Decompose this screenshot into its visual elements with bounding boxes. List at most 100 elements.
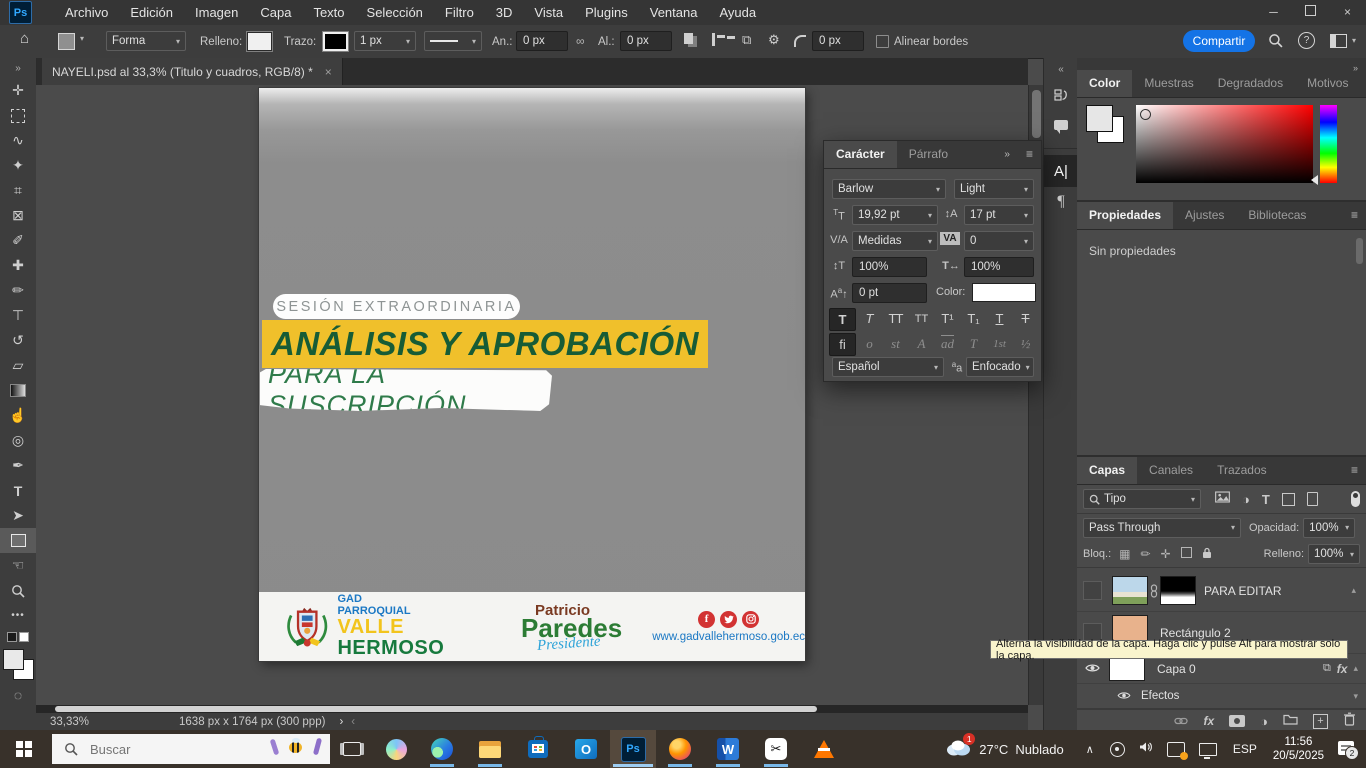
link-layers-icon[interactable]: [1174, 712, 1188, 730]
menu-ayuda[interactable]: Ayuda: [708, 0, 767, 25]
status-zoom-level[interactable]: 33,33%: [50, 716, 89, 728]
tool-zoom[interactable]: [0, 578, 36, 603]
color-panel-menu-icon[interactable]: ≡: [1360, 70, 1366, 97]
layer-visibility-eye-icon[interactable]: [1085, 662, 1100, 676]
workspace-switcher-icon[interactable]: [1330, 34, 1347, 48]
horizontal-scale-field[interactable]: 100%: [964, 257, 1034, 277]
stroke-width-select[interactable]: 1 px▾: [354, 31, 416, 51]
tool-edit-toolbar-ellipsis-icon[interactable]: •••: [0, 603, 36, 628]
effects-expand-icon[interactable]: ▾: [1353, 691, 1358, 702]
new-group-icon[interactable]: [1283, 712, 1298, 730]
volume-icon[interactable]: [1139, 740, 1153, 758]
help-icon[interactable]: ?: [1298, 32, 1315, 49]
layer-thumbnail[interactable]: [1112, 576, 1148, 605]
shape-settings-gear-icon[interactable]: ⚙: [768, 32, 780, 48]
search-icon[interactable]: [1268, 33, 1283, 53]
character-panel-menu-icon[interactable]: ≡: [1018, 141, 1041, 168]
underline-button[interactable]: T: [987, 308, 1012, 329]
path-operations-icon[interactable]: [684, 33, 693, 44]
add-adjustment-layer-icon[interactable]: ◑: [1260, 714, 1268, 729]
ordinals-button[interactable]: 1st: [987, 333, 1012, 354]
properties-panel-menu-icon[interactable]: ≡: [1343, 202, 1366, 229]
menu-archivo[interactable]: Archivo: [54, 0, 119, 25]
add-layer-mask-icon[interactable]: [1229, 715, 1245, 727]
tool-eyedropper[interactable]: ✐: [0, 228, 36, 253]
tool-path-selection[interactable]: ➤: [0, 503, 36, 528]
text-color-swatch[interactable]: [972, 283, 1036, 302]
color-hue-slider[interactable]: [1320, 105, 1337, 183]
color-picker-cursor[interactable]: [1140, 109, 1151, 120]
tab-close-icon[interactable]: ×: [325, 65, 332, 79]
teams-meet-icon[interactable]: [1110, 742, 1125, 757]
tool-eraser[interactable]: ▱: [0, 353, 36, 378]
vertical-scroll-thumb[interactable]: [1032, 90, 1041, 138]
tab-caracter[interactable]: Carácter: [824, 141, 897, 168]
clock[interactable]: 11:56 20/5/2025: [1273, 735, 1324, 763]
character-panel-icon[interactable]: A|: [1044, 155, 1078, 187]
filter-type-layers-icon[interactable]: T: [1262, 492, 1270, 507]
tool-move[interactable]: ✛: [0, 78, 36, 103]
menu-seleccion[interactable]: Selección: [356, 0, 434, 25]
path-alignment-icon[interactable]: [712, 33, 735, 46]
tool-preset-icon[interactable]: [58, 33, 75, 50]
tab-propiedades[interactable]: Propiedades: [1077, 202, 1173, 229]
color-fg-bg-swatches[interactable]: [1086, 105, 1126, 145]
capcut-button[interactable]: ✂: [752, 730, 800, 768]
tool-clone-stamp[interactable]: ⊤: [0, 303, 36, 328]
tool-brush[interactable]: ✏: [0, 278, 36, 303]
layer-filter-toggle[interactable]: [1351, 491, 1360, 507]
document-tab[interactable]: NAYELI.psd al 33,3% (Titulo y cuadros, R…: [42, 58, 343, 85]
hue-slider-arrow-icon[interactable]: [1311, 175, 1318, 185]
status-doc-size[interactable]: 1638 px x 1764 px (300 ppp): [179, 716, 325, 728]
tab-canales[interactable]: Canales: [1137, 457, 1205, 484]
shape-height-field[interactable]: 0 px: [620, 31, 672, 51]
small-caps-button[interactable]: TT: [909, 308, 934, 329]
firefox-button[interactable]: [656, 730, 704, 768]
home-icon[interactable]: ⌂: [20, 30, 29, 47]
filter-smart-objects-icon[interactable]: [1307, 492, 1318, 506]
stylistic-alternates-button[interactable]: ad: [935, 333, 960, 354]
language-indicator[interactable]: ESP: [1233, 742, 1257, 756]
outlook-button[interactable]: O: [562, 730, 610, 768]
character-panel-expand-icon[interactable]: »: [996, 141, 1018, 168]
copilot-button[interactable]: [374, 730, 418, 768]
new-layer-icon[interactable]: +: [1313, 714, 1328, 729]
tool-healing-brush[interactable]: ✚: [0, 253, 36, 278]
task-view-button[interactable]: [330, 730, 374, 768]
contextual-alternates-button[interactable]: o: [857, 333, 882, 354]
font-size-select[interactable]: 19,92 pt▾: [852, 205, 938, 225]
menu-edicion[interactable]: Edición: [119, 0, 184, 25]
kerning-select[interactable]: Medidas▾: [852, 231, 938, 251]
tool-dodge[interactable]: ◎: [0, 428, 36, 453]
toolbox-collapse-icon[interactable]: »: [0, 58, 36, 78]
lock-position-icon[interactable]: ✛: [1161, 547, 1171, 561]
effects-visibility-eye-icon[interactable]: [1117, 689, 1131, 703]
snipping-share-icon[interactable]: [1167, 742, 1185, 757]
path-arrangement-icon[interactable]: ⧉: [742, 32, 751, 48]
foreground-background-swatches[interactable]: [0, 646, 36, 682]
weather-temp[interactable]: 27°C: [979, 742, 1008, 757]
tool-mode-select[interactable]: Forma▾: [106, 31, 186, 51]
tool-preset-chevron-icon[interactable]: ▾: [80, 34, 84, 43]
tab-ajustes[interactable]: Ajustes: [1173, 202, 1236, 229]
tray-expand-chevron-icon[interactable]: ∧: [1086, 743, 1094, 756]
effects-label[interactable]: Efectos: [1141, 690, 1179, 702]
opacity-select[interactable]: 100%▾: [1303, 518, 1355, 538]
add-layer-style-icon[interactable]: fx: [1203, 714, 1214, 728]
minimize-icon[interactable]: ─: [1255, 0, 1292, 25]
tool-gradient[interactable]: [0, 378, 36, 403]
status-arrow-icon[interactable]: ›: [339, 716, 343, 728]
workspace-chevron-icon[interactable]: ▾: [1352, 36, 1356, 45]
fill-opacity-select[interactable]: 100%▾: [1308, 544, 1360, 564]
horizontal-scroll-thumb[interactable]: [55, 706, 817, 712]
canvas-horizontal-scrollbar[interactable]: [36, 705, 1028, 713]
network-icon[interactable]: [1199, 743, 1217, 756]
edge-button[interactable]: [418, 730, 466, 768]
vlc-button[interactable]: [800, 730, 848, 768]
filter-adjustment-layers-icon[interactable]: ◑: [1242, 492, 1250, 507]
word-button[interactable]: W: [704, 730, 752, 768]
swash-button[interactable]: A: [909, 333, 934, 354]
layer-effects-collapse-icon[interactable]: ▴: [1353, 663, 1358, 674]
paragraph-panel-icon[interactable]: ¶: [1044, 187, 1078, 217]
antialias-select[interactable]: Enfocado▾: [966, 357, 1034, 377]
